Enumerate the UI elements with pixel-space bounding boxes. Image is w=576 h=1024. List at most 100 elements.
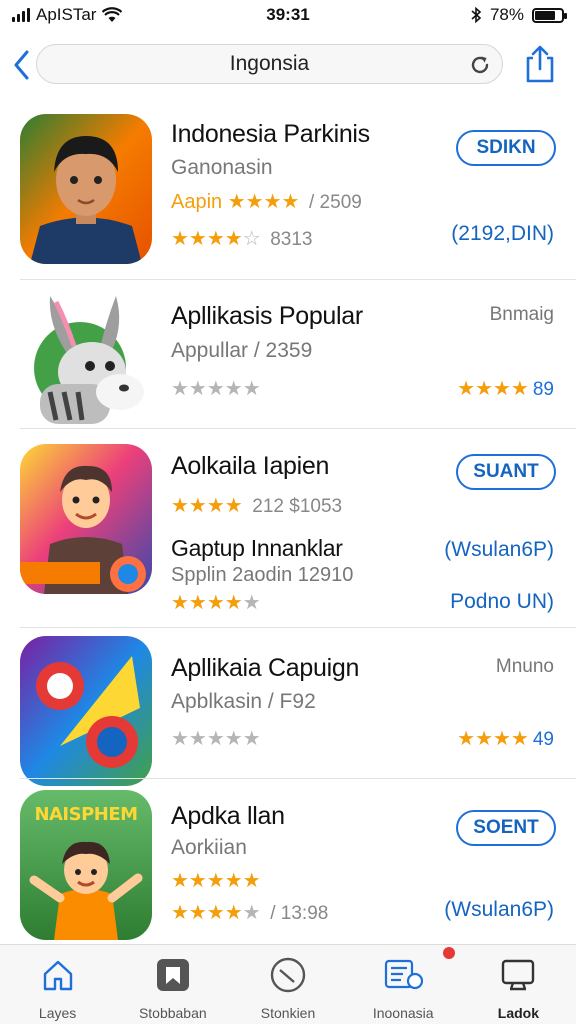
home-icon	[38, 955, 78, 995]
divider	[20, 428, 576, 429]
notification-badge	[442, 947, 455, 959]
status-left: ApISTar	[12, 5, 123, 25]
news-icon	[383, 955, 424, 995]
address-text: Ingonsia	[229, 52, 310, 75]
star-rating-icons: ★★★★★	[171, 378, 261, 400]
reload-icon[interactable]	[468, 53, 492, 77]
star-rating-icons: ★★★★	[457, 378, 529, 400]
tab-label: Layes	[38, 1005, 77, 1021]
get-button[interactable]: SUANT	[456, 454, 556, 490]
app-icon-donkey[interactable]	[20, 288, 152, 438]
app-rating: ★★★★★	[171, 868, 261, 893]
right-rating: ★★★★ 49	[457, 726, 554, 751]
tab-layes[interactable]: Layes	[0, 945, 115, 1024]
colorful-shapes-icon	[20, 636, 152, 786]
signal-icon	[12, 8, 30, 22]
app-row[interactable]: Apllikasis Popular Appullar / 2359 ★★★★★…	[0, 280, 576, 438]
secondary-title[interactable]: Gaptup Innanklar	[171, 535, 343, 562]
app-title[interactable]: Apdka llan	[171, 802, 285, 831]
chevron-left-icon	[14, 50, 29, 80]
app-title[interactable]: Apllikaia Capuign	[171, 654, 359, 683]
divider	[20, 627, 576, 628]
rating-count: 8313	[270, 229, 313, 250]
get-button[interactable]: SOENT	[456, 810, 556, 846]
cartoon-man-icon	[20, 444, 152, 594]
nav-bar: Ingonsia	[0, 40, 576, 88]
share-icon	[526, 45, 554, 83]
star-empty-icon: ★	[242, 592, 261, 614]
star-rating-icons: ★★★★★	[171, 728, 261, 750]
app-row[interactable]: Apllikaia Capuign Apblkasin / F92 ★★★★★ …	[0, 630, 576, 786]
rating-number: 49	[532, 729, 554, 750]
app-icon-cartoon-boy[interactable]: NAISPHEM	[20, 790, 152, 940]
app-title[interactable]: Aolkaila Iapien	[171, 452, 329, 481]
get-button[interactable]: SDIKN	[456, 130, 556, 166]
app-rating-secondary: ★★★★☆ 8313	[171, 226, 313, 251]
battery-percent: 78%	[489, 5, 524, 24]
tab-ladok[interactable]: Ladok	[461, 945, 576, 1024]
status-right: 78%	[470, 5, 567, 25]
rating-prefix: Aapin	[171, 191, 223, 213]
boy-portrait-icon	[20, 114, 152, 264]
star-rating-icons: ★★★★	[227, 191, 300, 213]
app-icon-boy-portrait[interactable]	[20, 114, 152, 264]
battery-fill	[535, 10, 556, 20]
price-link[interactable]: (2192,DIN)	[451, 222, 554, 246]
wifi-icon	[102, 7, 123, 22]
search-icon	[268, 955, 308, 995]
star-rating-icons: ★★★★	[171, 228, 243, 250]
rating-number: 89	[532, 379, 554, 400]
tab-label: Inoonasia	[372, 1005, 434, 1021]
app-row[interactable]: Indonesia Parkinis Ganonasin Aapin ★★★★ …	[0, 100, 576, 280]
right-rating: ★★★★ 89	[457, 376, 554, 401]
app-subtitle: Apblkasin / F92	[171, 690, 316, 713]
tab-label: Ladok	[497, 1005, 540, 1021]
app-rating: Aapin ★★★★ / 2509	[171, 189, 362, 214]
app-rating: ★★★★★	[171, 376, 261, 401]
rating-count: / 13:98	[270, 903, 329, 924]
carrier-name: ApISTar	[36, 5, 97, 24]
tab-bar: Layes Stobbaban Stonkien Inoonasia Ladok	[0, 944, 576, 1024]
app-row[interactable]: NAISPHEM Apdka llan Aorkiian ★★★★★ ★★★★★…	[0, 780, 576, 944]
rating-count: / 2509	[309, 192, 362, 213]
desktop-icon	[498, 955, 538, 995]
category-label: Mnuno	[495, 656, 554, 677]
tab-inoonasia[interactable]: Inoonasia	[346, 945, 461, 1024]
app-rating-secondary: ★★★★★ / 13:98	[171, 900, 328, 925]
app-rating: ★★★★★	[171, 726, 261, 751]
star-rating-icons: ★★★★	[171, 902, 243, 924]
tab-stonkien[interactable]: Stonkien	[230, 945, 345, 1024]
star-empty-icon: ☆	[242, 228, 261, 250]
star-empty-icon: ★	[242, 902, 261, 924]
tab-stobbaban[interactable]: Stobbaban	[115, 945, 230, 1024]
share-button[interactable]	[522, 44, 558, 84]
bluetooth-icon	[471, 6, 482, 24]
app-icon-cartoon-man[interactable]	[20, 444, 152, 594]
back-button[interactable]	[8, 48, 34, 82]
icon-lettering: NAISPHEM	[34, 804, 138, 825]
address-field[interactable]: Ingonsia	[36, 44, 503, 84]
app-subtitle: Appullar / 2359	[171, 339, 313, 362]
divider	[20, 778, 576, 779]
star-rating-icons: ★★★★	[457, 728, 529, 750]
rating-count: 212 $1053	[252, 496, 343, 517]
secondary-link[interactable]: Podno UN)	[450, 590, 554, 614]
tab-label: Stobbaban	[138, 1005, 207, 1021]
tab-label: Stonkien	[260, 1005, 316, 1021]
app-title[interactable]: Indonesia Parkinis	[171, 120, 370, 149]
app-subtitle: Ganonasin	[171, 156, 273, 179]
app-icon-colorful-shapes[interactable]	[20, 636, 152, 786]
donkey-icon	[34, 296, 144, 424]
secondary-link[interactable]: (Wsulan6P)	[444, 538, 554, 562]
app-title[interactable]: Apllikasis Popular	[171, 302, 363, 331]
star-rating-icons: ★★★★	[171, 592, 243, 614]
category-label: Bnmaig	[489, 304, 554, 325]
secondary-rating: ★★★★★	[171, 590, 261, 615]
secondary-link[interactable]: (Wsulan6P)	[444, 898, 554, 922]
bookmark-icon	[153, 955, 193, 995]
status-bar: ApISTar 39:31 78%	[0, 0, 576, 30]
app-rating: ★★★★ 212 $1053	[171, 493, 342, 518]
star-rating-icons: ★★★★	[171, 495, 243, 517]
battery-icon	[532, 7, 567, 23]
app-row[interactable]: Aolkaila Iapien ★★★★ 212 $1053 Gaptup In…	[0, 430, 576, 630]
